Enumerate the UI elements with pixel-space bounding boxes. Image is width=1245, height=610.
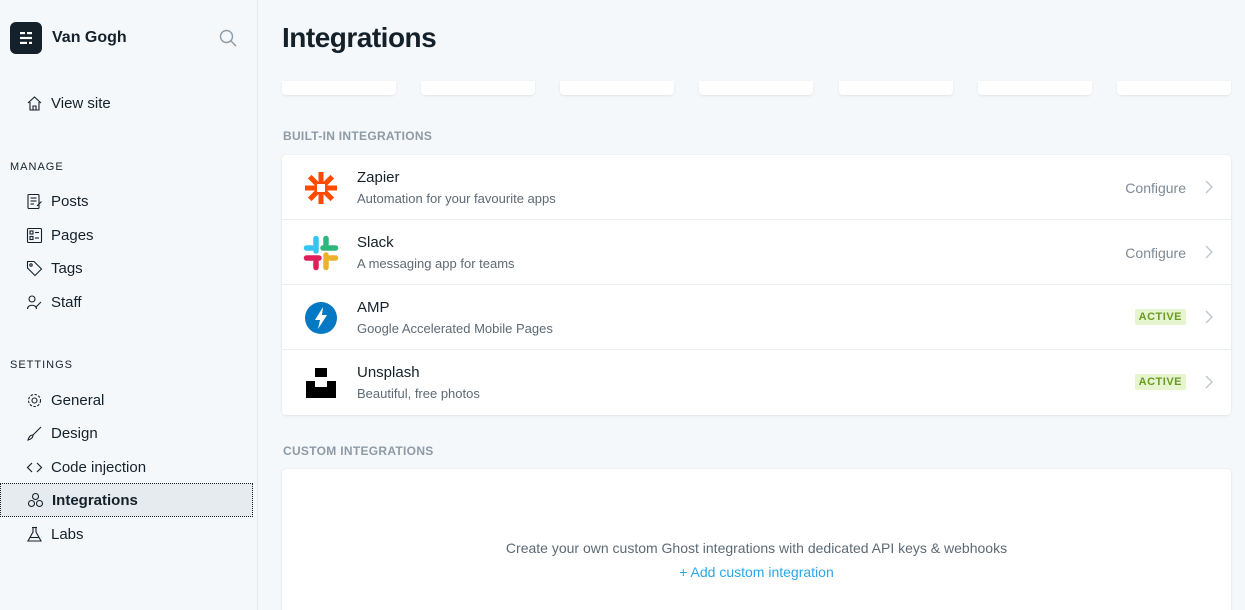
integration-row-slack[interactable]: Slack A messaging app for teams Configur… xyxy=(282,220,1231,285)
custom-integrations-label: CUSTOM INTEGRATIONS xyxy=(283,444,434,458)
pages-icon xyxy=(24,225,44,245)
integration-description: Beautiful, free photos xyxy=(357,386,480,401)
brush-icon xyxy=(24,423,44,443)
integration-tile[interactable] xyxy=(560,81,674,95)
nav-label-design: Design xyxy=(51,424,98,442)
nav-item-pages[interactable]: Pages xyxy=(0,218,253,252)
integration-tile[interactable] xyxy=(699,81,813,95)
nav-item-design[interactable]: Design xyxy=(0,416,253,450)
integration-description: Automation for your favourite apps xyxy=(357,191,556,206)
unsplash-logo-icon xyxy=(303,365,339,401)
integration-tile[interactable] xyxy=(978,81,1092,95)
integration-description: Google Accelerated Mobile Pages xyxy=(357,321,553,336)
nav-item-code-injection[interactable]: Code injection xyxy=(0,450,253,484)
integration-description: A messaging app for teams xyxy=(357,256,515,271)
integration-tile[interactable] xyxy=(421,81,535,95)
nav-item-posts[interactable]: Posts xyxy=(0,184,253,218)
built-in-integrations-list: Zapier Automation for your favourite app… xyxy=(282,155,1231,415)
main-content: Integrations BUILT-IN INTEGRATIONS Zapie… xyxy=(258,0,1245,610)
integration-name: AMP xyxy=(357,299,390,316)
search-icon[interactable] xyxy=(218,28,238,48)
tag-icon xyxy=(24,258,44,278)
integration-row-amp[interactable]: AMP Google Accelerated Mobile Pages ACTI… xyxy=(282,285,1231,350)
view-site-link[interactable]: View site xyxy=(0,86,253,120)
chevron-right-icon xyxy=(1203,374,1215,390)
zapier-logo-icon xyxy=(303,170,339,206)
active-badge: ACTIVE xyxy=(1134,374,1186,390)
nav-label-posts: Posts xyxy=(51,192,89,210)
ghost-logo-icon xyxy=(10,22,42,54)
add-custom-integration-label: Add custom integration xyxy=(690,564,834,580)
integration-name: Zapier xyxy=(357,169,400,186)
nav-label-pages: Pages xyxy=(51,226,94,244)
integration-name: Slack xyxy=(357,234,394,251)
add-custom-integration-link[interactable]: + Add custom integration xyxy=(282,564,1231,580)
nav-label-integrations: Integrations xyxy=(52,491,138,509)
nav-label-labs: Labs xyxy=(51,525,84,543)
nav-item-labs[interactable]: Labs xyxy=(0,517,253,551)
custom-integrations-text: Create your own custom Ghost integration… xyxy=(505,540,1008,556)
plus-icon: + xyxy=(679,564,688,580)
manage-section-label: MANAGE xyxy=(10,161,64,173)
staff-icon xyxy=(24,292,44,312)
slack-logo-icon xyxy=(303,235,339,271)
chevron-right-icon xyxy=(1203,309,1215,325)
site-brand[interactable]: Van Gogh xyxy=(10,22,127,54)
integration-tile[interactable] xyxy=(1117,81,1231,95)
custom-integrations-card: Create your own custom Ghost integration… xyxy=(282,469,1231,610)
configure-link[interactable]: Configure xyxy=(1125,180,1186,196)
nav-label-code-injection: Code injection xyxy=(51,458,147,476)
nav-label-tags: Tags xyxy=(51,259,83,277)
integration-tile[interactable] xyxy=(839,81,953,95)
settings-section-label: SETTINGS xyxy=(10,359,74,371)
chevron-right-icon xyxy=(1203,244,1215,260)
integration-row-unsplash[interactable]: Unsplash Beautiful, free photos ACTIVE xyxy=(282,350,1231,415)
code-icon xyxy=(24,457,44,477)
home-icon xyxy=(24,93,44,113)
flask-icon xyxy=(24,524,44,544)
posts-icon xyxy=(24,191,44,211)
configure-link[interactable]: Configure xyxy=(1125,245,1186,261)
site-name: Van Gogh xyxy=(52,29,127,46)
view-site-label: View site xyxy=(51,94,111,112)
chevron-right-icon xyxy=(1203,179,1215,195)
integration-name: Unsplash xyxy=(357,364,420,381)
nav-item-tags[interactable]: Tags xyxy=(0,251,253,285)
amp-logo-icon xyxy=(303,300,339,336)
built-in-integrations-label: BUILT-IN INTEGRATIONS xyxy=(283,129,433,143)
nav-label-general: General xyxy=(51,391,105,409)
integrations-icon xyxy=(25,490,45,510)
integration-tile[interactable] xyxy=(282,81,396,95)
gear-icon xyxy=(24,390,44,410)
page-title: Integrations xyxy=(282,22,437,53)
nav-item-integrations[interactable]: Integrations xyxy=(0,483,253,517)
active-badge: ACTIVE xyxy=(1134,309,1186,325)
nav-label-staff: Staff xyxy=(51,293,82,311)
sidebar: Van Gogh View site MANAGE Posts Pages Ta… xyxy=(0,0,258,610)
integration-row-zapier[interactable]: Zapier Automation for your favourite app… xyxy=(282,155,1231,220)
nav-item-general[interactable]: General xyxy=(0,383,253,417)
nav-item-staff[interactable]: Staff xyxy=(0,285,253,319)
